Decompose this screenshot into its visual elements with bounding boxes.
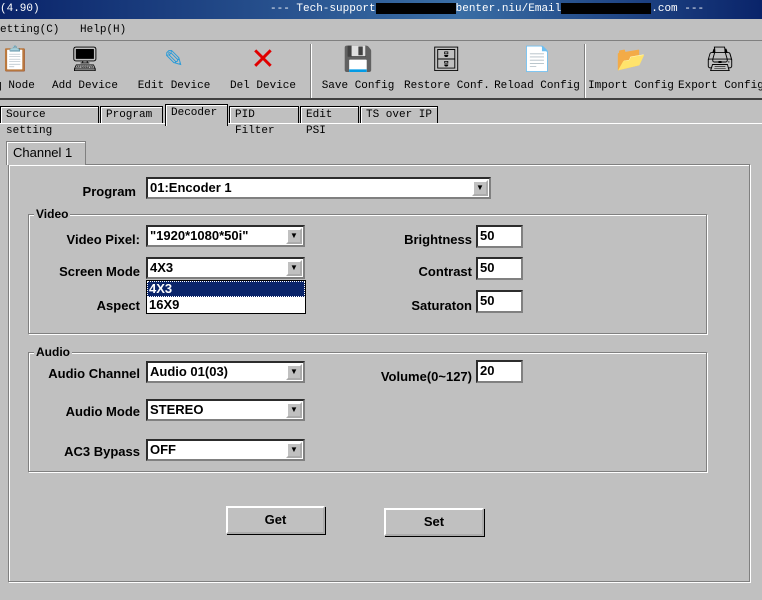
menu-setting[interactable]: etting(C) — [0, 24, 59, 36]
export-icon: 🖨 — [704, 48, 736, 75]
tab-channel-1[interactable]: Channel 1 — [6, 141, 86, 165]
volume-label: Volume(0~127) — [380, 369, 472, 384]
saturation-label: Saturaton — [411, 298, 472, 313]
brightness-input[interactable]: 50 — [476, 225, 523, 248]
tab-decoder[interactable]: Decoder — [165, 104, 228, 126]
menu-help[interactable]: Help(H) — [80, 24, 126, 36]
reload-icon: 📄 — [522, 48, 552, 75]
support-prefix: --- Tech-support — [270, 3, 376, 15]
screen-mode-dropdown: 4X3 16X9 — [146, 280, 306, 314]
save-config-button[interactable]: 💾 Save Config — [320, 42, 396, 92]
audio-channel-select[interactable]: Audio 01(03) ▼ — [146, 361, 305, 383]
chevron-down-icon: ▼ — [286, 260, 302, 276]
audio-channel-label: Audio Channel — [48, 366, 140, 381]
toolbar: 📋q Node 🖥Add Device ✎Edit Device ✕Del De… — [0, 42, 762, 100]
menu-bar: etting(C) Help(H) — [0, 19, 762, 41]
separator — [310, 44, 312, 98]
option-4x3[interactable]: 4X3 — [147, 281, 305, 297]
version-text: (4.90) — [0, 3, 40, 15]
separator — [584, 44, 586, 98]
screen-mode-label: Screen Mode — [59, 264, 140, 279]
ac3-bypass-label: AC3 Bypass — [64, 444, 140, 459]
chevron-down-icon: ▼ — [286, 402, 302, 418]
restore-icon: 🗄 — [430, 48, 462, 75]
get-button[interactable]: Get — [226, 506, 325, 534]
option-16x9[interactable]: 16X9 — [147, 297, 305, 313]
add-device-button[interactable]: 🖥 Add Device — [50, 42, 120, 92]
chevron-down-icon: ▼ — [286, 364, 302, 380]
restore-config-button[interactable]: 🗄 Restore Conf. — [404, 42, 490, 92]
contrast-label: Contrast — [418, 264, 472, 279]
redacted-block — [375, 2, 456, 14]
screen-mode-select[interactable]: 4X3 ▼ — [146, 257, 305, 279]
redacted-block — [561, 2, 652, 14]
ac3-bypass-select[interactable]: OFF ▼ — [146, 439, 305, 461]
node-icon: 📋 — [0, 48, 30, 75]
program-select[interactable]: 01:Encoder 1 ▼ — [146, 177, 491, 199]
edit-device-button[interactable]: ✎ Edit Device — [136, 42, 212, 92]
aspect-label: Aspect — [96, 298, 140, 313]
audio-legend: Audio — [34, 345, 72, 359]
chevron-down-icon: ▼ — [472, 180, 488, 196]
chevron-down-icon: ▼ — [286, 442, 302, 458]
del-device-button[interactable]: ✕ Del Device — [228, 42, 298, 93]
add-device-icon: 🖥 — [69, 48, 101, 75]
audio-mode-label: Audio Mode — [65, 404, 140, 419]
save-icon: 💾 — [343, 48, 373, 75]
tab-program[interactable]: Program — [100, 106, 163, 124]
reload-config-button[interactable]: 📄 Reload Config — [494, 42, 580, 92]
video-legend: Video — [34, 207, 71, 221]
brightness-label: Brightness — [404, 232, 472, 247]
title-bar: (4.90) --- Tech-support benter.niu/Email.… — [0, 0, 762, 19]
volume-input[interactable]: 20 — [476, 360, 523, 383]
import-config-button[interactable]: 📂 Import Config — [588, 42, 674, 92]
video-pixel-label: Video Pixel: — [66, 232, 140, 247]
program-label: Program — [82, 184, 136, 199]
tab-source-setting[interactable]: Source setting — [0, 106, 99, 137]
audio-mode-select[interactable]: STEREO ▼ — [146, 399, 305, 421]
saturation-input[interactable]: 50 — [476, 290, 523, 313]
delete-icon: ✕ — [250, 44, 276, 79]
export-config-button[interactable]: 🖨 Export Config — [678, 42, 762, 92]
contrast-input[interactable]: 50 — [476, 257, 523, 280]
support-suffix: .com --- — [651, 3, 705, 15]
video-pixel-select[interactable]: "1920*1080*50i" ▼ — [146, 225, 305, 247]
chevron-down-icon: ▼ — [286, 228, 302, 244]
node-button[interactable]: 📋q Node — [0, 42, 38, 92]
edit-device-icon: ✎ — [163, 48, 185, 75]
tab-pid-filter[interactable]: PID Filter — [229, 106, 299, 137]
set-button[interactable]: Set — [384, 508, 484, 536]
import-icon: 📂 — [616, 48, 646, 75]
tab-edit-psi[interactable]: Edit PSI — [300, 106, 359, 137]
tab-ts-over-ip[interactable]: TS over IP — [360, 106, 438, 124]
support-mid: benter.niu/Email — [455, 3, 562, 15]
